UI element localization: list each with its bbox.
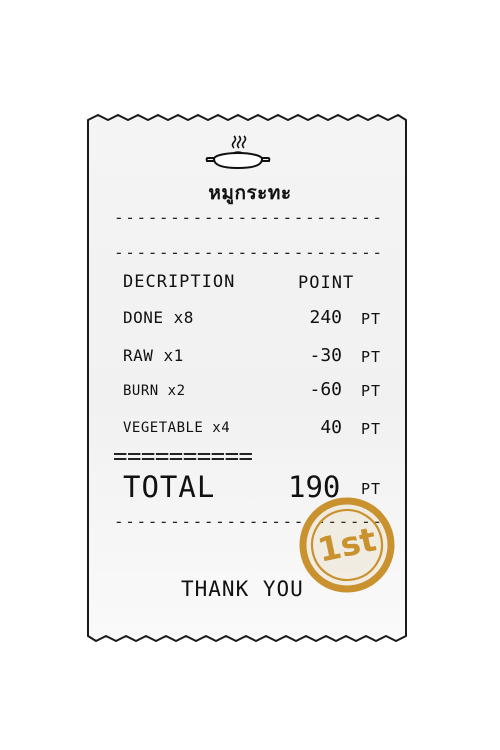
total-label: TOTAL: [123, 470, 216, 504]
item-value: -30: [309, 345, 342, 366]
receipt-paper: [87, 114, 407, 642]
description-header: DECRIPTION: [123, 272, 236, 292]
item-unit: PT: [361, 310, 382, 328]
header-separator: ------------------------: [114, 243, 384, 262]
item-label: BURN x2: [123, 383, 186, 399]
item-label: RAW x1: [123, 346, 184, 365]
item-label: VEGETABLE x4: [123, 420, 231, 436]
item-value: 40: [320, 417, 342, 438]
thank-you-text: THANK YOU: [181, 577, 304, 601]
receipt: หมูกระทะ ------------------------ ------…: [0, 0, 500, 750]
shop-name: หมูกระทะ: [208, 182, 292, 204]
item-value: 240: [309, 307, 342, 328]
item-unit: PT: [361, 348, 382, 366]
item-label: DONE x8: [123, 308, 194, 327]
double-separator: ==========: [113, 442, 253, 470]
grill-pan-icon: [205, 135, 271, 170]
first-place-stamp: 1st: [299, 497, 395, 593]
item-unit: PT: [361, 382, 382, 400]
item-unit: PT: [361, 420, 382, 438]
point-header: POINT: [298, 273, 355, 293]
item-value: -60: [309, 379, 342, 400]
top-separator: ------------------------: [114, 208, 384, 227]
